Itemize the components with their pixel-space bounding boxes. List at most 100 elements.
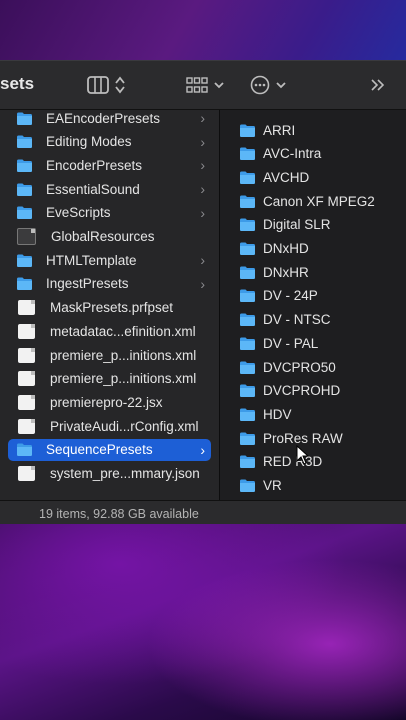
group-button[interactable]	[186, 73, 224, 97]
folder-icon	[240, 313, 255, 327]
folder-icon	[240, 455, 255, 469]
item-label: IngestPresets	[46, 276, 129, 292]
list-item[interactable]: PrivateAudi...rConfig.xml	[8, 415, 211, 437]
icon-wrap	[239, 312, 256, 327]
list-item[interactable]: metadatac...efinition.xml	[8, 320, 211, 342]
grid-group-icon	[186, 77, 208, 93]
icon-wrap	[239, 360, 256, 375]
list-item[interactable]: VR	[236, 475, 406, 497]
item-label: DNxHD	[263, 241, 309, 256]
icon-wrap	[16, 253, 33, 268]
list-item[interactable]: DNxHR	[236, 261, 406, 283]
list-item[interactable]: Digital SLR	[236, 214, 406, 236]
finder-window: sets EAEncoderPresets › Editing Modes › …	[0, 60, 406, 526]
icon-wrap	[16, 111, 33, 126]
action-button[interactable]	[250, 73, 286, 97]
item-label: Editing Modes	[46, 134, 132, 150]
folder-icon	[240, 218, 255, 232]
window-title: sets	[0, 74, 35, 93]
parent-column[interactable]: EAEncoderPresets › Editing Modes › EncoderPr…	[0, 110, 219, 500]
document-icon	[18, 466, 35, 481]
list-item[interactable]: system_pre...mmary.json	[8, 463, 211, 485]
list-item[interactable]: ARRI	[236, 119, 406, 141]
list-item[interactable]: DV - 24P	[236, 285, 406, 307]
list-item[interactable]: DVCPRO50	[236, 356, 406, 378]
icon-wrap	[239, 170, 256, 185]
item-label: DVCPRO50	[263, 359, 336, 375]
chevron-right-icon: ›	[200, 110, 205, 126]
desktop-wallpaper-top	[0, 0, 406, 60]
list-item[interactable]: premierepro-22.jsx	[8, 391, 211, 413]
item-label: premiere_p...initions.xml	[50, 347, 197, 363]
item-label: HDV	[263, 406, 292, 422]
folder-icon	[240, 171, 255, 184]
icon-wrap	[239, 123, 256, 138]
icon-wrap	[239, 454, 256, 469]
list-item[interactable]: DNxHD	[236, 238, 406, 260]
list-item[interactable]: EveScripts ›	[8, 202, 211, 224]
list-item[interactable]: IngestPresets ›	[8, 273, 211, 295]
chevron-down-icon	[276, 82, 286, 89]
icon-wrap	[239, 478, 256, 493]
double-chevron-right-icon	[371, 79, 385, 91]
item-label: AVCHD	[263, 169, 310, 185]
list-item[interactable]: premiere_p...initions.xml	[8, 344, 211, 366]
list-item[interactable]: DV - PAL	[236, 332, 406, 354]
chevron-right-icon: ›	[200, 252, 205, 269]
chevron-right-icon: ›	[200, 181, 205, 198]
folder-icon	[17, 254, 32, 267]
list-item[interactable]: HTMLTemplate ›	[8, 249, 211, 271]
list-item[interactable]: RED R3D	[236, 451, 406, 473]
sequence-presets-column[interactable]: ARRI AVC-Intra AVCHD Canon XF MPEG2 Digital …	[220, 110, 406, 500]
list-item[interactable]: EssentialSound ›	[8, 178, 211, 200]
folder-icon	[17, 112, 32, 125]
folder-icon	[17, 206, 32, 220]
list-item[interactable]: ProRes RAW	[236, 427, 406, 449]
item-label: DV - 24P	[263, 288, 318, 304]
toolbar: sets	[0, 61, 406, 110]
item-label: system_pre...mmary.json	[50, 466, 200, 481]
list-item[interactable]: EncoderPresets ›	[8, 154, 211, 176]
folder-icon	[240, 361, 255, 374]
list-item[interactable]: Editing Modes ›	[8, 131, 211, 153]
item-label: SequencePresets	[46, 442, 153, 458]
list-item[interactable]: AVCHD	[236, 166, 406, 188]
toolbar-overflow-button[interactable]	[370, 73, 386, 97]
folder-icon	[240, 384, 255, 398]
list-item[interactable]: HDV	[236, 403, 406, 425]
icon-wrap	[239, 241, 256, 256]
icon-wrap	[239, 383, 256, 398]
item-label: PrivateAudi...rConfig.xml	[50, 418, 199, 434]
icon-wrap	[239, 288, 256, 303]
list-item[interactable]: DV - NTSC	[236, 309, 406, 331]
folder-icon	[17, 277, 32, 291]
icon-wrap	[16, 442, 33, 457]
item-label: MaskPresets.prfpset	[50, 300, 174, 316]
item-label: EssentialSound	[46, 181, 140, 197]
list-item[interactable]: premiere_p...initions.xml	[8, 368, 211, 390]
item-label: DNxHR	[263, 264, 309, 280]
item-label: EveScripts	[46, 205, 111, 221]
item-label: Digital SLR	[263, 217, 331, 233]
chevron-right-icon: ›	[200, 275, 205, 292]
icon-wrap	[239, 194, 256, 209]
item-label: EAEncoderPresets	[46, 110, 161, 126]
item-label: HTMLTemplate	[46, 252, 137, 268]
mouse-pointer-icon	[296, 445, 310, 465]
folder-icon	[240, 266, 255, 279]
list-item[interactable]: DVCPROHD	[236, 380, 406, 402]
folder-icon	[17, 183, 32, 196]
list-item[interactable]: EAEncoderPresets ›	[8, 110, 211, 129]
icon-wrap	[239, 265, 256, 280]
document-icon	[18, 300, 35, 316]
folder-icon	[240, 124, 255, 137]
list-item[interactable]: GlobalResources	[8, 226, 211, 248]
item-label: premiere_p...initions.xml	[50, 371, 197, 387]
item-label: ARRI	[263, 122, 296, 138]
list-item[interactable]: Canon XF MPEG2	[236, 190, 406, 212]
list-item-selected[interactable]: SequencePresets ›	[8, 438, 211, 461]
list-item[interactable]: MaskPresets.prfpset	[8, 297, 211, 319]
view-options-button[interactable]	[87, 73, 125, 97]
folder-icon	[240, 195, 255, 208]
list-item[interactable]: AVC-Intra	[236, 143, 406, 165]
